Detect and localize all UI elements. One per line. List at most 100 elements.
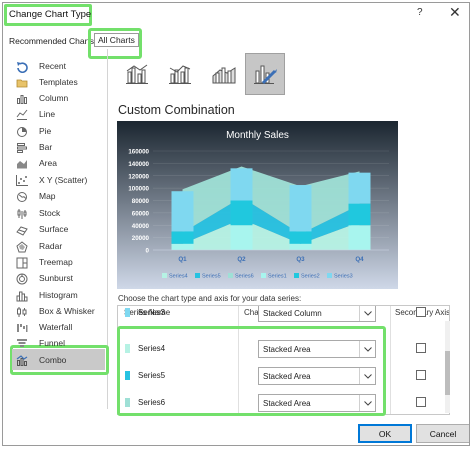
recent-icon: [16, 61, 28, 73]
y-tick-label: 100000: [128, 186, 149, 193]
legend-swatch: [228, 273, 233, 278]
chart-type-label: Sunburst: [39, 273, 74, 283]
box-whisker-chart-icon: [16, 306, 28, 317]
change-chart-type-dialog: Change Chart Type ? ✕ Recommended Charts…: [2, 2, 470, 446]
legend-entry: Series5: [202, 274, 221, 280]
radar-chart-icon: [16, 240, 28, 252]
clustered-column-line-icon: [126, 64, 148, 84]
scrollbar-thumb[interactable]: [445, 351, 450, 395]
secondary-axis-checkbox[interactable]: [416, 307, 426, 317]
ok-button[interactable]: OK: [358, 424, 412, 443]
tab-recommended-charts[interactable]: Recommended Charts: [9, 36, 94, 46]
title-bar: Change Chart Type ? ✕: [3, 3, 469, 27]
chart-type-combo[interactable]: Combo: [16, 353, 66, 367]
treemap-chart-icon: [16, 257, 28, 268]
legend-swatch: [294, 273, 299, 278]
subtype-stacked-area-column[interactable]: [204, 53, 244, 95]
column-bar-series1: [289, 243, 312, 250]
legend-swatch: [261, 273, 266, 278]
y-tick-label: 20000: [132, 235, 150, 242]
chart-type-histogram[interactable]: Histogram: [16, 288, 78, 302]
chart-type-label: Stock: [39, 208, 61, 218]
series-name: Series3: [138, 308, 166, 317]
dialog-title: Change Chart Type: [9, 9, 92, 20]
chart-type-treemap[interactable]: Treemap: [16, 255, 73, 269]
chart-type-recent[interactable]: Recent: [16, 59, 66, 73]
chart-type-radar[interactable]: Radar: [16, 239, 62, 253]
surface-chart-icon: [16, 224, 28, 236]
chart-type-label: Funnel: [39, 338, 65, 348]
subtype-clustered-column-line[interactable]: [117, 53, 157, 95]
help-button[interactable]: ?: [417, 7, 423, 18]
subtype-custom-combination[interactable]: [245, 53, 285, 95]
column-bar-series2: [230, 200, 253, 226]
chart-type-dropdown[interactable]: Stacked Column: [258, 306, 376, 322]
legend-entry: Series6: [235, 274, 254, 280]
column-bar-series2: [348, 203, 371, 226]
tab-all-charts[interactable]: All Charts: [94, 33, 139, 47]
legend-swatch: [162, 273, 167, 278]
chevron-down-icon[interactable]: [359, 306, 375, 321]
column-bar-series1: [230, 225, 253, 250]
y-tick-label: 120000: [128, 173, 149, 180]
legend-swatch: [327, 273, 332, 278]
y-tick-label: 80000: [132, 198, 150, 205]
chart-type-label: X Y (Scatter): [39, 175, 88, 185]
series-grid-scrollbar[interactable]: [445, 321, 450, 413]
chart-type-surface[interactable]: Surface: [16, 222, 68, 236]
legend-entry: Series2: [301, 274, 320, 280]
folder-icon: [16, 77, 28, 88]
subtype-column-line-secondary[interactable]: [160, 53, 200, 95]
chart-type-label: Waterfall: [39, 322, 73, 332]
column-bar-series3: [171, 191, 194, 232]
chart-type-sunburst[interactable]: Sunburst: [16, 271, 73, 285]
chart-type-label: Map: [39, 191, 56, 201]
section-title: Custom Combination: [118, 103, 235, 117]
chart-title: Monthly Sales: [226, 130, 289, 141]
series-rows-highlight: [117, 326, 386, 416]
secondary-axis-checkbox[interactable]: [416, 343, 426, 353]
chart-type-list: Recent Templates Column Line Pie Bar Area X Y (…: [8, 49, 109, 409]
chart-type-label: Bar: [39, 142, 53, 152]
combo-chart-icon: [16, 354, 28, 366]
chart-type-stock[interactable]: Stock: [16, 206, 60, 220]
legend-entry: Series1: [268, 274, 287, 280]
chart-type-pie[interactable]: Pie: [16, 124, 51, 138]
custom-combination-icon: [254, 65, 277, 85]
chart-type-label: Box & Whisker: [39, 306, 95, 316]
close-button[interactable]: ✕: [449, 5, 461, 19]
chart-type-waterfall[interactable]: Waterfall: [16, 320, 72, 334]
cancel-button[interactable]: Cancel: [416, 424, 469, 443]
chart-type-line[interactable]: Line: [16, 107, 55, 121]
secondary-axis-checkbox[interactable]: [416, 370, 426, 380]
chart-type-x-y-scatter[interactable]: X Y (Scatter): [16, 173, 87, 187]
chart-type-templates[interactable]: Templates: [16, 75, 78, 89]
chart-type-label: Line: [39, 109, 56, 119]
chart-type-bar[interactable]: Bar: [16, 140, 52, 154]
chart-type-box-whisker[interactable]: Box & Whisker: [16, 304, 95, 318]
histogram-chart-icon: [16, 290, 28, 301]
column-line-secondary-icon: [169, 65, 191, 84]
legend-entry: Series3: [334, 274, 353, 280]
waterfall-chart-icon: [16, 322, 28, 333]
stacked-area-column-icon: [212, 67, 236, 84]
map-chart-icon: [16, 191, 28, 202]
chart-type-funnel[interactable]: Funnel: [16, 336, 65, 350]
column-bar-series1: [171, 243, 194, 250]
secondary-axis-checkbox[interactable]: [416, 397, 426, 407]
chart-type-label: Histogram: [39, 290, 78, 300]
column-bar-series3: [230, 168, 253, 201]
chart-type-column[interactable]: Column: [16, 91, 68, 105]
column-bar-series3: [289, 185, 312, 232]
column-bar-series2: [171, 231, 194, 244]
funnel-chart-icon: [16, 338, 28, 349]
column-bar-series1: [348, 225, 371, 250]
chart-type-area[interactable]: Area: [16, 156, 57, 170]
y-tick-label: 140000: [128, 161, 149, 168]
area-chart-icon: [16, 158, 28, 169]
combo-subtype-gallery: [117, 53, 287, 97]
scatter-chart-icon: [16, 174, 28, 186]
x-tick-label: Q2: [237, 256, 246, 263]
chart-type-map[interactable]: Map: [16, 189, 56, 203]
column-chart-icon: [16, 93, 28, 104]
